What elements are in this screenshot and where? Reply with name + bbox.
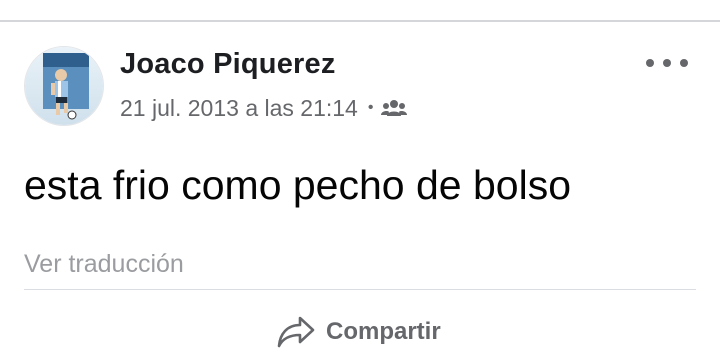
share-button[interactable]: Compartir	[276, 312, 441, 352]
share-arrow-icon	[276, 314, 316, 350]
see-translation-link[interactable]: Ver traducción	[24, 250, 184, 279]
more-options-button[interactable]	[646, 52, 688, 74]
author-name[interactable]: Joaco Piquerez	[120, 48, 336, 81]
profile-photo	[25, 47, 103, 125]
avatar[interactable]	[24, 46, 104, 126]
action-divider	[24, 289, 696, 290]
meta-separator: •	[367, 99, 374, 116]
post-meta: 21 jul. 2013 a las 21:14 •	[120, 93, 408, 123]
post-timestamp[interactable]: 21 jul. 2013 a las 21:14	[120, 95, 358, 122]
post-text: esta frio como pecho de bolso	[24, 162, 571, 208]
group-icon[interactable]	[381, 99, 408, 117]
more-dots-icon	[646, 59, 654, 67]
share-label: Compartir	[326, 318, 441, 345]
top-divider	[0, 20, 720, 22]
